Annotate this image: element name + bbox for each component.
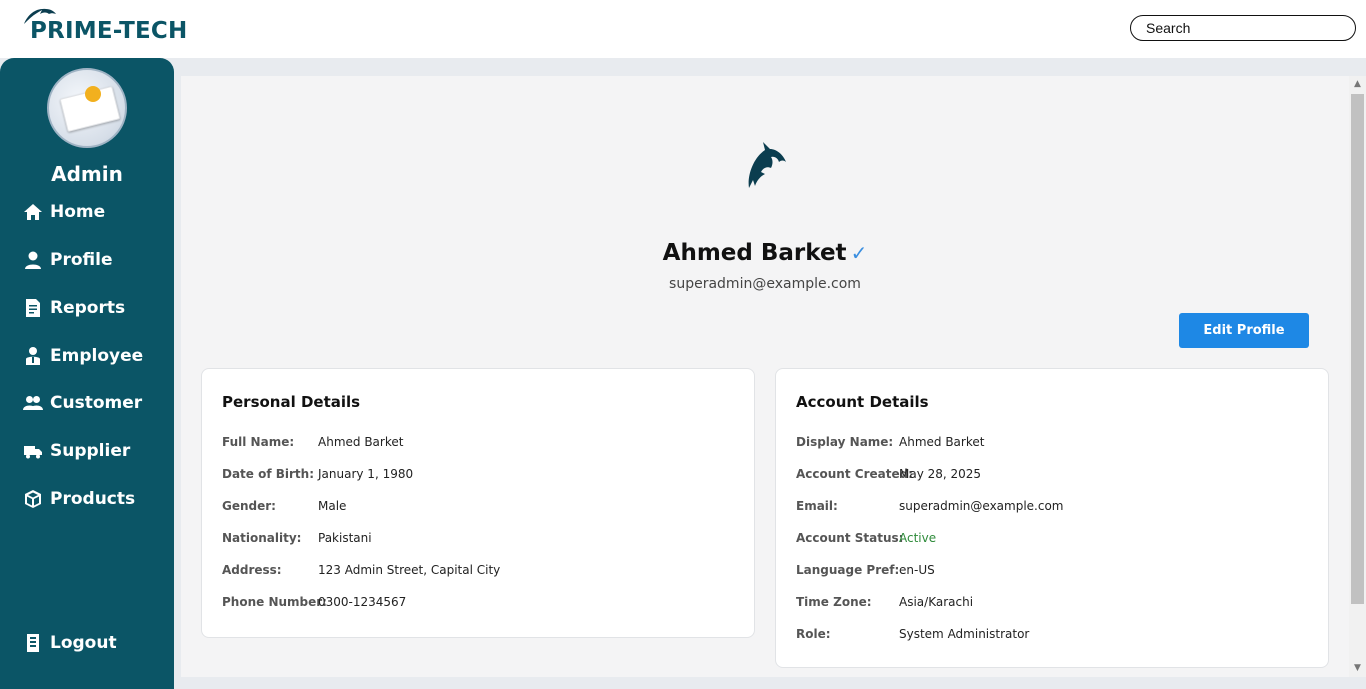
detail-row: Account Status:Active — [796, 531, 936, 545]
verified-check-icon: ✓ — [850, 241, 868, 265]
detail-key: Time Zone: — [796, 595, 872, 609]
detail-value: 123 Admin Street, Capital City — [318, 563, 501, 577]
user-icon — [22, 249, 44, 271]
dolphin-logo-icon — [748, 142, 786, 188]
detail-value: Asia/Karachi — [899, 595, 974, 609]
detail-key: Date of Birth: — [222, 467, 315, 481]
personal-details-title: Personal Details — [222, 393, 361, 411]
sidebar-item-customer[interactable]: Customer — [22, 390, 142, 416]
detail-value: en-US — [899, 563, 935, 577]
sidebar-item-profile[interactable]: Profile — [22, 247, 112, 273]
detail-key: Gender: — [222, 499, 276, 513]
detail-value: Ahmed Barket — [318, 435, 404, 449]
logout-label: Logout — [50, 633, 117, 653]
detail-row: Date of Birth: January 1, 1980 — [222, 467, 413, 481]
sidebar-item-label: Home — [50, 202, 106, 222]
detail-key: Address: — [222, 563, 282, 577]
detail-key: Email: — [796, 499, 838, 513]
sidebar-item-label: Profile — [50, 250, 113, 270]
sidebar-item-home[interactable]: Home — [22, 199, 105, 225]
customer-icon — [22, 392, 44, 414]
sidebar-item-products[interactable]: Products — [22, 486, 135, 512]
detail-key: Display Name: — [796, 435, 894, 449]
detail-key: Account Status: — [796, 531, 904, 545]
detail-value: Pakistani — [318, 531, 372, 545]
box-icon — [22, 488, 44, 510]
employee-icon — [22, 345, 44, 367]
detail-key: Account Created: — [796, 467, 913, 481]
sidebar-item-reports[interactable]: Reports — [22, 295, 125, 321]
report-icon — [22, 297, 44, 319]
home-icon — [22, 201, 44, 223]
detail-row: Email: superadmin@example.com — [796, 499, 1063, 513]
truck-icon — [22, 440, 44, 462]
detail-key: Phone Number: — [222, 595, 327, 609]
detail-value: January 1, 1980 — [318, 467, 414, 481]
logout-button[interactable]: Logout — [22, 630, 117, 656]
detail-row: Time Zone: Asia/Karachi — [796, 595, 973, 609]
detail-row: Full Name: Ahmed Barket — [222, 435, 403, 449]
scroll-down-icon[interactable]: ▼ — [1353, 664, 1362, 673]
detail-value: Ahmed Barket — [899, 435, 985, 449]
detail-key: Nationality: — [222, 531, 302, 545]
scroll-up-icon[interactable]: ▲ — [1353, 80, 1362, 89]
profile-name: Ahmed Barket ✓ — [181, 240, 1349, 266]
user-role-label: Admin — [51, 162, 123, 186]
brand-name: PRIME-TECH — [30, 18, 188, 44]
sidebar-item-label: Reports — [50, 298, 126, 318]
sidebar-item-label: Customer — [50, 393, 143, 413]
sidebar-item-employee[interactable]: Employee — [22, 343, 143, 369]
detail-row: Display Name: Ahmed Barket — [796, 435, 984, 449]
personal-details-card: Personal Details Full Name: Ahmed Barket … — [201, 368, 755, 638]
account-status-value: Active — [899, 531, 937, 545]
search-input[interactable] — [1130, 15, 1356, 41]
profile-email: superadmin@example.com — [669, 276, 861, 292]
sidebar: Admin Home Profile Reports Employee Cust… — [0, 58, 174, 689]
detail-row: Phone Number:0300-1234567 — [222, 595, 406, 609]
detail-row: Language Pref:en-US — [796, 563, 935, 577]
edit-profile-button[interactable]: Edit Profile — [1179, 313, 1309, 348]
detail-value: superadmin@example.com — [899, 499, 1064, 513]
avatar[interactable] — [47, 68, 127, 148]
profile-main-panel: Ahmed Barket ✓ superadmin@example.com Edi… — [181, 76, 1349, 677]
profile-name-text: Ahmed Barket — [662, 240, 847, 266]
detail-row: Address: 123 Admin Street, Capital City — [222, 563, 500, 577]
detail-key: Language Pref: — [796, 563, 900, 577]
detail-row: Nationality: Pakistani — [222, 531, 372, 545]
detail-row: Gender: Male — [222, 499, 346, 513]
sidebar-item-label: Products — [50, 489, 136, 509]
sidebar-item-supplier[interactable]: Supplier — [22, 438, 130, 464]
detail-value: System Administrator — [899, 627, 1030, 641]
main-scrollbar[interactable]: ▲ ▼ — [1349, 76, 1366, 677]
detail-row: Account Created:May 28, 2025 — [796, 467, 981, 481]
logout-icon — [22, 632, 44, 654]
detail-key: Full Name: — [222, 435, 295, 449]
detail-value: May 28, 2025 — [899, 467, 982, 481]
avatar-mango-graphic — [85, 86, 101, 102]
detail-row: Role: System Administrator — [796, 627, 1029, 641]
sidebar-item-label: Supplier — [50, 441, 131, 461]
sidebar-item-label: Employee — [50, 346, 144, 366]
top-bar: PRIME-TECH — [0, 0, 1366, 58]
detail-value: Male — [318, 499, 347, 513]
detail-value: 0300-1234567 — [318, 595, 407, 609]
detail-key: Role: — [796, 627, 831, 641]
scrollbar-thumb[interactable] — [1351, 94, 1364, 604]
account-details-card: Account Details Display Name: Ahmed Barke… — [775, 368, 1329, 668]
account-details-title: Account Details — [796, 393, 929, 411]
